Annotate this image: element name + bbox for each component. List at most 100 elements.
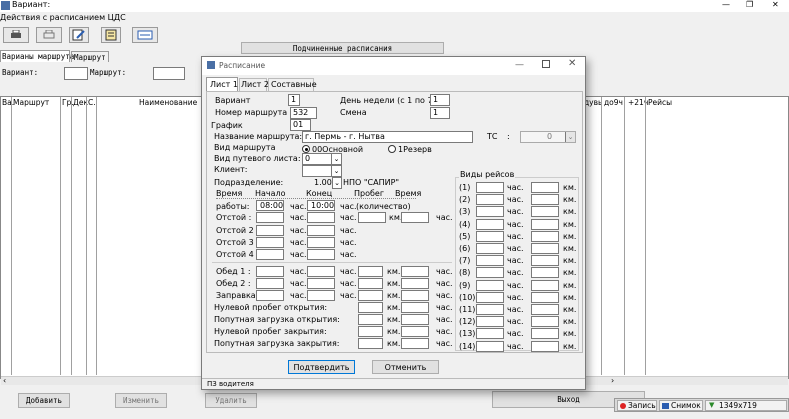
- trip-3-km[interactable]: [531, 206, 559, 218]
- subordinate-schedules-button[interactable]: Подчиненные расписания: [241, 42, 444, 54]
- stop-4-end[interactable]: [307, 249, 335, 260]
- edit-button[interactable]: Изменить: [115, 393, 167, 408]
- trip-11-km[interactable]: [531, 304, 559, 315]
- refuel-time[interactable]: [401, 290, 429, 301]
- shift-input[interactable]: 1: [430, 107, 450, 119]
- lunch-2-mileage[interactable]: [358, 278, 383, 289]
- zero-open-mileage[interactable]: [358, 302, 383, 313]
- lunch-2-start[interactable]: [256, 278, 284, 289]
- trip-12-count[interactable]: [476, 316, 504, 328]
- dialog-minimize-icon[interactable]: —: [515, 60, 524, 70]
- trip-8-count[interactable]: [476, 267, 504, 279]
- ts-select[interactable]: 0 ⌄: [520, 131, 576, 143]
- stop-3-end[interactable]: [307, 237, 335, 248]
- snapshot-button[interactable]: Снимок: [659, 400, 703, 411]
- lunch-1-end[interactable]: [307, 266, 335, 277]
- trip-11-count[interactable]: [476, 304, 504, 315]
- trip-7-count[interactable]: [476, 255, 504, 267]
- zero-open-time[interactable]: [401, 302, 429, 313]
- pass-open-time[interactable]: [401, 314, 429, 325]
- zero-close-mileage[interactable]: [358, 326, 383, 337]
- trip-10-km[interactable]: [531, 291, 559, 303]
- lunch-1-time[interactable]: [401, 266, 429, 277]
- dept-select[interactable]: ⌄: [332, 177, 342, 189]
- record-button[interactable]: Запись: [617, 400, 657, 411]
- radio-reserve[interactable]: [388, 145, 396, 153]
- trip-1-km[interactable]: [531, 182, 559, 193]
- trip-6-km[interactable]: [531, 243, 559, 254]
- dialog-close-icon[interactable]: ✕: [568, 58, 576, 69]
- waybill-select[interactable]: 0 ⌄: [302, 153, 342, 165]
- trip-6-count[interactable]: [476, 243, 504, 254]
- trip-4-km[interactable]: [531, 218, 559, 230]
- trip-9-count[interactable]: [476, 279, 504, 291]
- printer-icon[interactable]: [3, 27, 29, 43]
- document-edit-icon[interactable]: [69, 27, 89, 43]
- lunch-1-start[interactable]: [256, 266, 284, 277]
- trip-4-count[interactable]: [476, 218, 504, 230]
- trip-14-km[interactable]: [531, 340, 559, 352]
- client-select[interactable]: ⌄: [302, 165, 342, 177]
- stop-4-start[interactable]: [256, 249, 284, 260]
- trip-2-km[interactable]: [531, 194, 559, 206]
- route-name-input[interactable]: г. Пермь - г. Нытва: [302, 131, 473, 143]
- trip-14-count[interactable]: [476, 340, 504, 352]
- stop-3-start[interactable]: [256, 237, 284, 248]
- resolution-button[interactable]: ▼ 1349x719: [705, 400, 787, 411]
- stop-2-end[interactable]: [307, 225, 335, 236]
- close-icon[interactable]: ✕: [772, 0, 779, 9]
- confirm-button[interactable]: Подтвердить: [288, 360, 355, 374]
- trip-10-count[interactable]: [476, 291, 504, 303]
- panel-icon[interactable]: [132, 27, 158, 43]
- cancel-button[interactable]: Отменить: [372, 360, 439, 374]
- trip-12-km[interactable]: [531, 316, 559, 328]
- pass-close-time[interactable]: [401, 338, 429, 349]
- refuel-end[interactable]: [307, 290, 335, 301]
- scroll-left-icon[interactable]: ‹: [3, 376, 6, 385]
- trip-9-km[interactable]: [531, 279, 559, 291]
- dialog-tab-composite[interactable]: Составные: [268, 78, 317, 91]
- add-button[interactable]: Добавить: [18, 393, 70, 408]
- dialog-tab-sheet2[interactable]: Лист 2: [239, 78, 269, 91]
- schedule-input[interactable]: 01: [290, 119, 311, 131]
- scroll-right-icon[interactable]: ›: [611, 376, 614, 385]
- dialog-maximize-icon[interactable]: [542, 60, 550, 68]
- refuel-start[interactable]: [256, 290, 284, 301]
- stop-1-end[interactable]: [307, 212, 335, 223]
- delete-button[interactable]: Удалить: [205, 393, 257, 408]
- trip-5-km[interactable]: [531, 230, 559, 242]
- notes-icon[interactable]: [101, 27, 121, 43]
- dialog-tab-sheet1[interactable]: Лист 1: [206, 77, 238, 91]
- stop-1-mileage[interactable]: [358, 212, 386, 223]
- maximize-icon[interactable]: ❐: [746, 0, 753, 9]
- pass-open-mileage[interactable]: [358, 314, 383, 325]
- variant-field[interactable]: [64, 67, 88, 80]
- work-end-input[interactable]: 10:00: [307, 200, 335, 211]
- lunch-2-end[interactable]: [307, 278, 335, 289]
- tab-routes[interactable]: Маршрут: [71, 51, 109, 62]
- weekday-input[interactable]: 1: [430, 94, 450, 106]
- variant-input[interactable]: 1: [288, 94, 300, 106]
- lunch-2-time[interactable]: [401, 278, 429, 289]
- lunch-1-mileage[interactable]: [358, 266, 383, 277]
- zero-close-time[interactable]: [401, 326, 429, 337]
- radio-main[interactable]: [302, 145, 310, 153]
- printer-outline-icon[interactable]: [36, 27, 62, 43]
- menu-bar[interactable]: Действия с расписанием ЦДС: [0, 13, 126, 22]
- stop-1-start[interactable]: [256, 212, 284, 223]
- trip-2-count[interactable]: [476, 194, 504, 206]
- pass-close-mileage[interactable]: [358, 338, 383, 349]
- route-field[interactable]: [153, 67, 185, 80]
- work-start-input[interactable]: 08:00: [256, 200, 284, 211]
- trip-7-km[interactable]: [531, 255, 559, 267]
- route-number-input[interactable]: 532: [290, 107, 317, 119]
- tab-variants[interactable]: Варианы маршрута: [0, 50, 74, 62]
- minimize-icon[interactable]: —: [722, 0, 730, 9]
- trip-13-km[interactable]: [531, 328, 559, 340]
- stop-2-start[interactable]: [256, 225, 284, 236]
- refuel-mileage[interactable]: [358, 290, 383, 301]
- trip-1-count[interactable]: [476, 182, 504, 193]
- trip-3-count[interactable]: [476, 206, 504, 218]
- trip-5-count[interactable]: [476, 230, 504, 242]
- stop-1-time[interactable]: [401, 212, 429, 223]
